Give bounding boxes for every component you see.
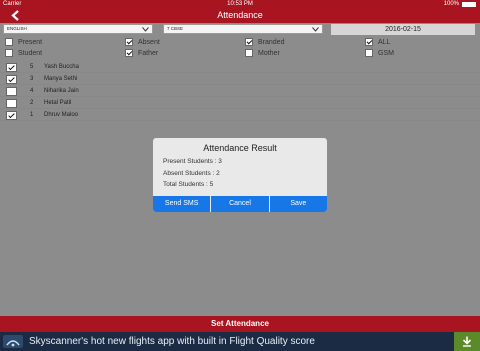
student-checkbox[interactable] [6,87,17,96]
ad-text: Skyscanner's hot new flights app with bu… [29,336,315,347]
chevron-down-icon [312,27,319,32]
student-name: Manya Sethi [44,76,78,82]
date-field[interactable]: 2016-02-15 [331,24,475,35]
attendance-result-dialog: Attendance Result Present Students : 3 A… [153,138,327,212]
class-select[interactable]: 7 CBSE [163,24,323,34]
selector-row: ENGLISH 7 CBSE 2016-02-15 [0,23,480,35]
medium-select-value: ENGLISH [7,26,27,31]
table-row[interactable]: 5 Yash Buccha [0,61,480,73]
table-row[interactable]: 3 Manya Sethi [0,73,480,85]
clock: 10:53 PM [227,1,253,7]
class-select-value: 7 CBSE [167,26,184,31]
absent-label: Absent [138,38,160,46]
chevron-down-icon [142,27,149,32]
option-present[interactable]: Present [5,38,42,46]
absent-count: Absent Students : 2 [163,170,220,177]
total-count: Total Students : 5 [163,181,214,188]
father-label: Father [138,49,159,57]
table-row[interactable]: 2 Hetal Patil [0,97,480,109]
student-name: Dhruv Maloo [44,112,79,118]
gsm-checkbox[interactable] [365,49,373,57]
roll-number: 1 [30,112,34,118]
roll-number: 3 [30,76,34,82]
student-name: Niharika Jain [44,88,79,94]
present-label: Present [18,38,43,46]
all-checkbox[interactable] [365,38,373,46]
table-row[interactable]: 1 Dhruv Maloo [0,109,480,121]
gsm-label: GSM [378,49,394,57]
roll-number: 2 [30,100,34,106]
option-gsm[interactable]: GSM [365,49,394,57]
dialog-title: Attendance Result [203,143,277,153]
option-branded[interactable]: Branded [245,38,284,46]
father-checkbox[interactable] [125,49,133,57]
present-checkbox[interactable] [5,38,13,46]
skyscanner-logo-icon [3,335,23,348]
option-absent[interactable]: Absent [125,38,160,46]
branded-label: Branded [258,38,285,46]
send-sms-button[interactable]: Send SMS [153,196,211,212]
student-name: Yash Buccha [44,64,79,70]
mother-label: Mother [258,49,280,57]
option-mother[interactable]: Mother [245,49,280,57]
student-checkbox[interactable] [6,75,17,84]
page-title: Attendance [217,10,263,20]
download-icon[interactable] [454,332,480,351]
roll-number: 5 [30,64,34,70]
option-father[interactable]: Father [125,49,158,57]
table-row[interactable]: 4 Niharika Jain [0,85,480,97]
student-checkbox[interactable] [6,99,17,108]
set-attendance-button[interactable]: Set Attendance [0,316,480,332]
present-count: Present Students : 3 [163,158,222,165]
mother-checkbox[interactable] [245,49,253,57]
student-checkbox[interactable] [5,49,13,57]
status-bar: Carrier 10:53 PM 100% [0,0,480,8]
absent-checkbox[interactable] [125,38,133,46]
student-checkbox[interactable] [6,111,17,120]
nav-bar: Attendance [0,8,480,23]
medium-select[interactable]: ENGLISH [3,24,153,34]
option-all[interactable]: ALL [365,38,390,46]
battery-icon [462,1,476,7]
cancel-button[interactable]: Cancel [211,196,269,212]
option-student[interactable]: Student [5,49,42,57]
save-button[interactable]: Save [269,196,327,212]
ad-banner[interactable]: Skyscanner's hot new flights app with bu… [0,332,480,351]
dialog-actions: Send SMS Cancel Save [153,196,327,212]
all-label: ALL [378,38,391,46]
student-checkbox[interactable] [6,63,17,72]
student-label: Student [18,49,43,57]
roll-number: 4 [30,88,34,94]
student-name: Hetal Patil [44,100,72,106]
branded-checkbox[interactable] [245,38,253,46]
battery-percent: 100% [443,1,459,7]
